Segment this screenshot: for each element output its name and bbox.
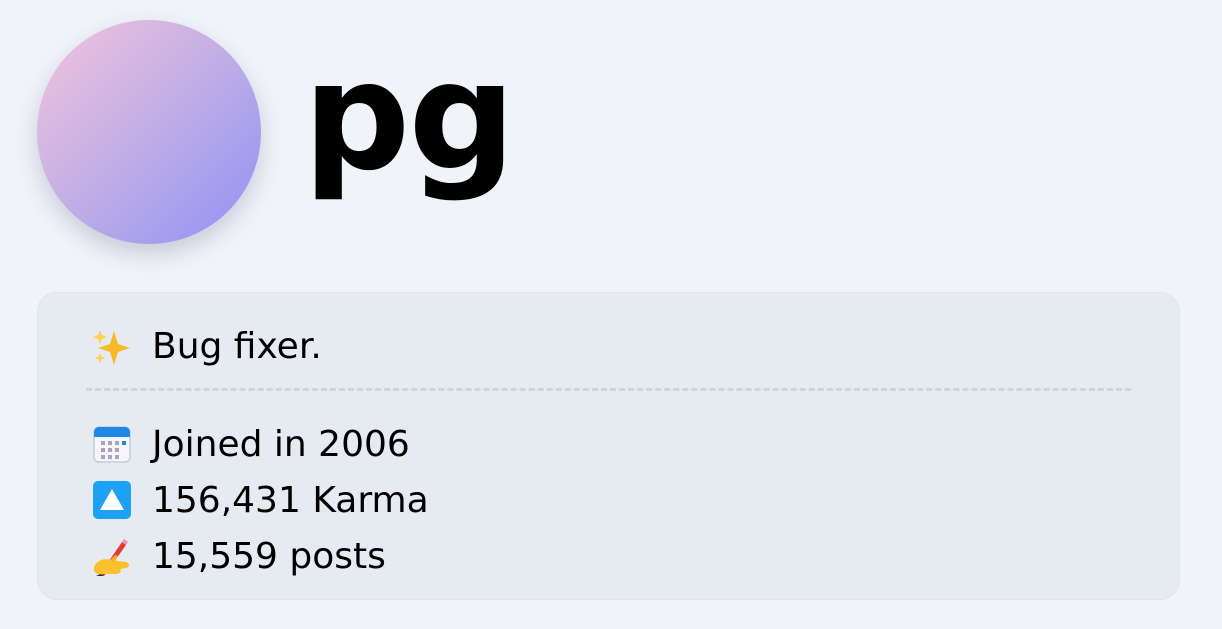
stat-posts: 15,559 posts (92, 528, 429, 584)
writing-hand-icon (92, 536, 132, 576)
stat-joined: Joined in 2006 (92, 416, 429, 472)
stat-joined-text: Joined in 2006 (152, 423, 410, 465)
bio-text: Bug fixer. (152, 326, 322, 367)
profile-header: pg (37, 20, 516, 244)
profile-card: Bug fixer. Joined in 2006 156,431 Karma … (37, 292, 1180, 600)
stat-karma: 156,431 Karma (92, 472, 429, 528)
stat-posts-text: 15,559 posts (152, 535, 386, 577)
calendar-icon (92, 424, 132, 464)
stats-list: Joined in 2006 156,431 Karma 15,559 post… (92, 416, 429, 584)
avatar (37, 20, 261, 244)
stat-karma-text: 156,431 Karma (152, 479, 429, 521)
divider (86, 388, 1131, 391)
up-arrow-icon (92, 480, 132, 520)
sparkles-icon (92, 327, 132, 367)
bio-row: Bug fixer. (92, 325, 322, 369)
username: pg (303, 30, 516, 204)
profile-page: pg Bug fixer. Joined in 2006 156,431 Kar… (0, 0, 1222, 629)
